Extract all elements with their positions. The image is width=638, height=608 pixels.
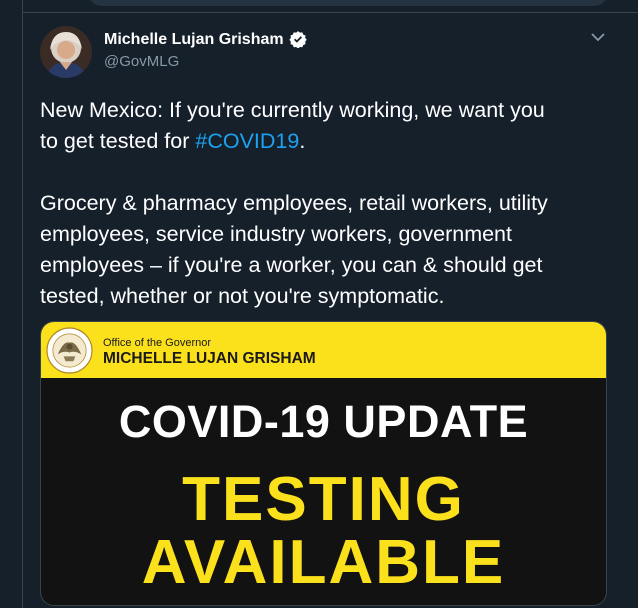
verified-badge-icon [289,31,307,48]
column-border [22,0,23,608]
search-bar-edge[interactable] [88,0,608,6]
tweet-text: New Mexico: If you're currently working,… [40,95,610,312]
media-card[interactable]: Office of the Governor MICHELLE LUJAN GR… [40,321,607,606]
divider [22,12,638,13]
tweet-view: Michelle Lujan Grisham @GovMLG New Mexic… [0,0,638,608]
author-handle[interactable]: @GovMLG [104,53,179,70]
tweet-line: New Mexico: If you're currently working,… [40,98,545,122]
avatar[interactable] [40,26,92,78]
chevron-down-icon[interactable] [590,31,606,43]
author-name[interactable]: Michelle Lujan Grisham [104,31,284,49]
card-big-line: AVAILABLE [141,528,506,597]
tweet-line: tested, whether or not you're symptomati… [40,284,445,308]
state-seal-icon [46,327,93,374]
card-headline: COVID-19 UPDATE [118,396,529,447]
tweet-text-fragment: to get tested for [40,129,196,153]
tweet-text-fragment: . [299,129,306,153]
tweet-line: employees – if you're a worker, you can … [40,253,543,277]
office-label: Office of the Governor [103,337,212,349]
card-big-line: TESTING [182,465,465,534]
card-banner: Office of the Governor MICHELLE LUJAN GR… [41,322,606,378]
tweet-line: employees, service industry workers, gov… [40,222,512,246]
hashtag-link[interactable]: #COVID19 [195,129,299,153]
tweet-line: to get tested for #COVID19. [40,126,610,157]
tweet-line: Grocery & pharmacy employees, retail wor… [40,191,548,215]
governor-name: MICHELLE LUJAN GRISHAM [103,350,316,367]
